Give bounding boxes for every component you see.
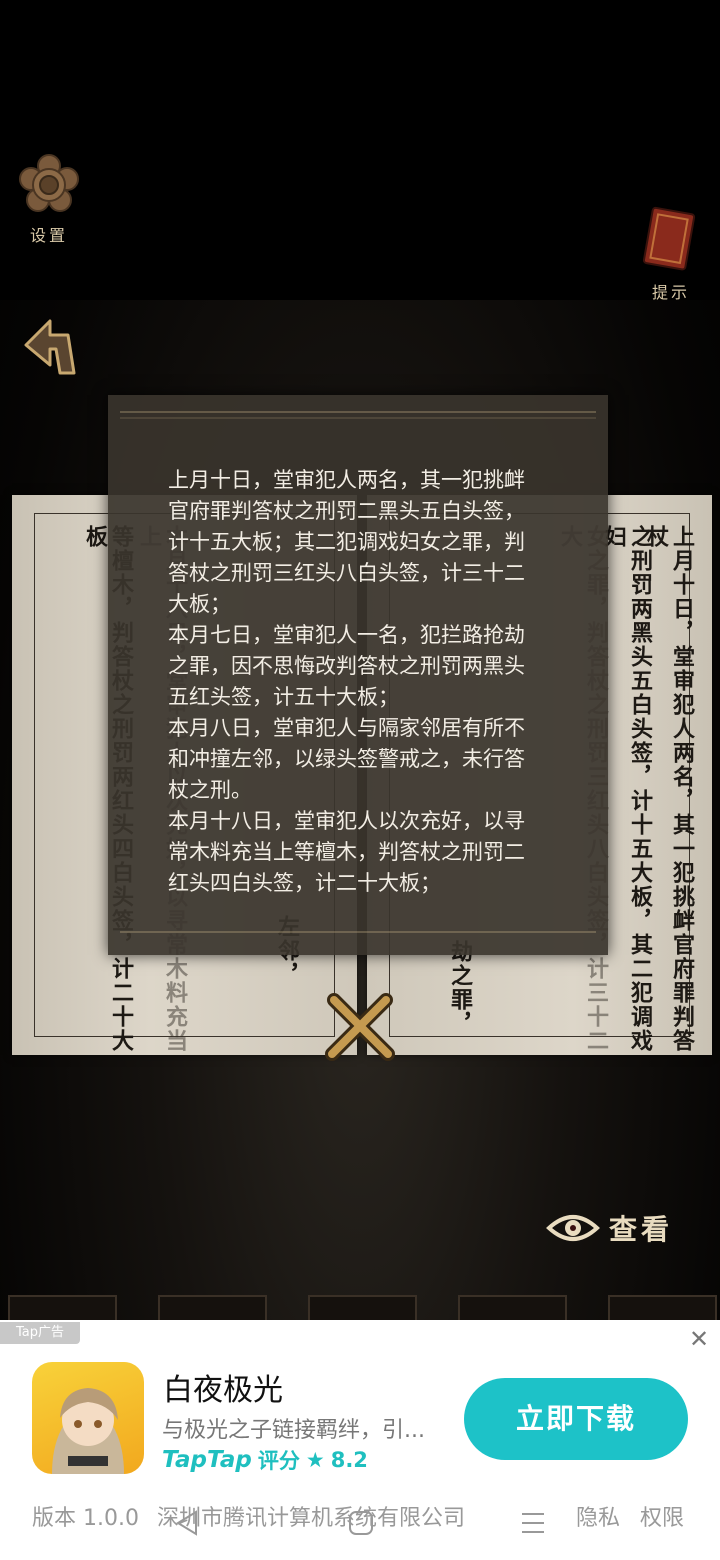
inventory-slot[interactable] [308,1295,417,1320]
inventory-slot[interactable] [608,1295,717,1320]
settings-gear-icon [19,154,79,212]
ad-company: 深圳市腾讯计算机系统有限公司 [157,1506,466,1531]
settings-label: 设置 [29,226,68,245]
app-character-icon [52,1388,124,1474]
view-button[interactable]: 查看 [545,1208,673,1248]
ad-version: 版本 1.0.0 [32,1506,139,1531]
ad-tag: Tap广告 [0,1322,80,1344]
inventory-bar [0,1295,720,1320]
note-text: 上月十日，堂审犯人两名，其一犯挑衅官府罪判答杖之刑罚二黑头五白头签，计十五大板；… [168,468,525,895]
hint-book-icon [642,206,696,271]
app-icon[interactable] [32,1362,144,1474]
back-button[interactable] [20,315,80,381]
rating-value: 8.2 [330,1448,368,1472]
inventory-slot[interactable] [8,1295,117,1320]
app-description: 与极光之子链接羁绊，引... [162,1418,425,1443]
hint-button[interactable]: 提示 [636,205,706,303]
nav-menu-icon[interactable] [518,1508,548,1542]
star-icon: ★ [305,1448,325,1472]
back-arrow-icon [24,319,76,375]
nav-home-icon[interactable] [346,1508,376,1542]
close-x-icon [325,993,395,1061]
ad-permissions-link[interactable]: 权限 [640,1500,684,1532]
settings-button[interactable]: 设置 [16,152,82,246]
nav-back-icon[interactable] [172,1508,202,1542]
ad-privacy-link[interactable]: 隐私 [576,1500,620,1532]
ad-close-icon[interactable]: ✕ [686,1326,712,1352]
close-button[interactable] [322,990,398,1066]
rating-label: 评分 [257,1449,300,1473]
top-dark-band [0,0,720,300]
game-scene: 设置 提示 等檀木，判答杖之刑罚两红头四白头签，计二十大板 本月十八日，堂审犯人… [0,0,720,1320]
app-rating: TapTap 评分 ★ 8.2 [162,1445,368,1475]
view-label: 查看 [609,1213,674,1246]
download-button[interactable]: 立即下载 [464,1378,688,1460]
taptap-brand: TapTap [162,1447,252,1473]
inventory-slot[interactable] [458,1295,567,1320]
eye-icon [546,1215,600,1241]
app-name[interactable]: 白夜极光 [163,1365,283,1409]
translation-note: 上月十日，堂审犯人两名，其一犯挑衅官府罪判答杖之刑罚二黑头五白头签，计十五大板；… [108,395,608,955]
hint-label: 提示 [651,283,690,302]
inventory-slot[interactable] [158,1295,267,1320]
